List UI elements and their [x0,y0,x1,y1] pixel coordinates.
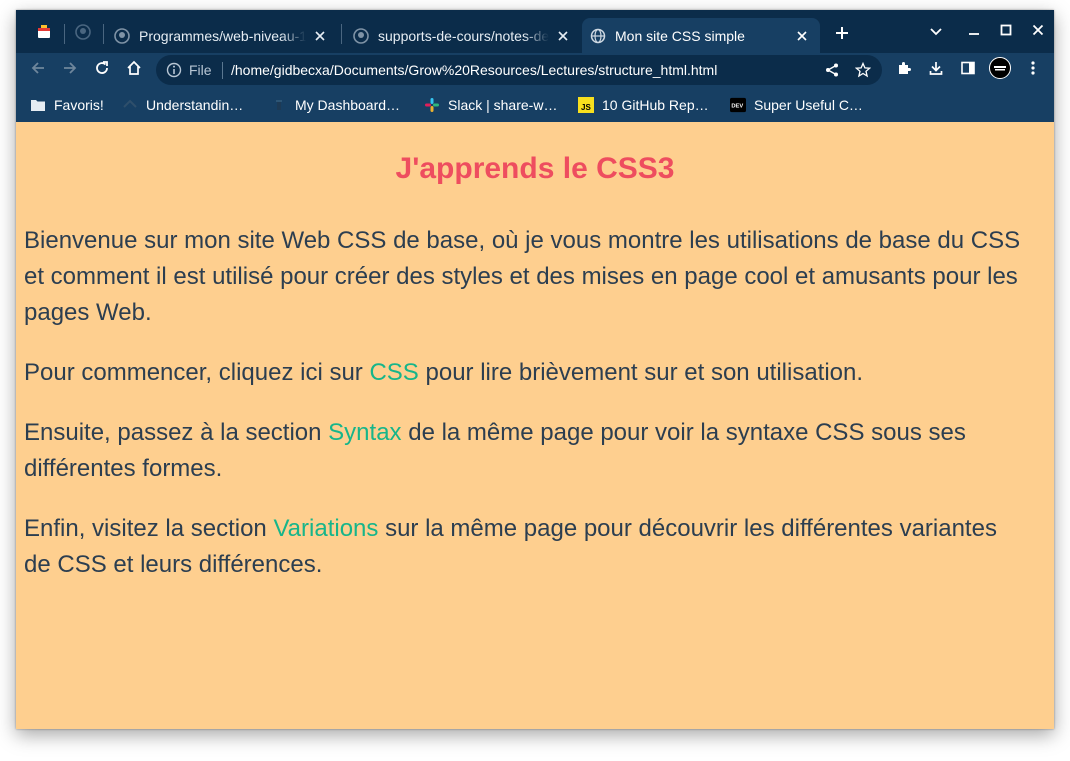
github-icon [353,27,369,44]
puzzle-icon [896,60,912,81]
site-icon [271,97,287,113]
new-tab-button[interactable] [831,24,853,46]
bookmarks-bar: Favoris! Understandin… My Dashboard… Sla… [16,87,1054,122]
folder-icon [30,97,46,113]
maximize-icon [1000,23,1012,41]
reload-icon [94,60,110,81]
avatar [989,56,1011,84]
paragraph-syntax-link: Ensuite, passez à la section Syntax de l… [24,415,1029,487]
tab-title: Mon site CSS simple [615,27,745,44]
minimize-button[interactable] [962,21,986,43]
tab-mon-site-css[interactable]: Mon site CSS simple [582,18,820,53]
menu-button[interactable] [1021,58,1045,82]
more-vertical-icon [1030,60,1036,81]
paragraph-css-link: Pour commencer, cliquez ici sur CSS pour… [24,355,1029,391]
bookmark-slack[interactable]: Slack | share-w… [424,96,557,114]
minimize-icon [968,23,980,41]
css-link[interactable]: CSS [369,359,418,386]
address-separator [222,62,223,79]
github-icon [75,23,91,45]
svg-text:DEV: DEV [731,104,743,110]
app-icon [36,24,52,45]
page-title: J'apprends le CSS3 [395,152,675,185]
syntax-link[interactable]: Syntax [328,419,401,446]
home-button[interactable] [122,58,146,82]
tab-search-button[interactable] [924,21,948,43]
bookmark-label: 10 GitHub Rep… [602,97,709,113]
dev-icon: DEV [730,97,746,113]
bookmark-label: Favoris! [54,97,104,113]
url-text[interactable]: /home/gidbecxa/Documents/Grow%20Resource… [231,62,717,78]
js-icon: JS [578,97,594,113]
bookmark-my-dashboard[interactable]: My Dashboard… [271,96,400,114]
star-icon[interactable] [854,61,872,79]
bookmark-understanding[interactable]: Understandin… [122,96,243,114]
svg-text:JS: JS [581,103,591,112]
side-panel-button[interactable] [956,58,980,82]
arrow-right-icon [62,60,78,81]
reload-button[interactable] [90,58,114,82]
github-icon [114,27,130,44]
site-icon [122,97,138,113]
browser-toolbar: File /home/gidbecxa/Documents/Grow%20Res… [16,53,1054,87]
extensions-button[interactable] [892,58,916,82]
browser-window: Programmes/web-niveau-1 supports-de-cour… [16,10,1054,729]
bookmark-super-useful[interactable]: DEV Super Useful C… [730,96,863,114]
download-icon [928,60,944,81]
paragraph-text: Pour commencer, cliquez ici sur [24,359,370,386]
side-panel-icon [960,60,976,81]
info-icon[interactable] [166,62,182,78]
close-icon[interactable] [312,28,328,44]
tab-strip: Programmes/web-niveau-1 supports-de-cour… [16,10,1054,53]
variations-link[interactable]: Variations [273,515,378,542]
arrow-left-icon [30,60,46,81]
tab-supports-de-cours[interactable]: supports-de-cours/notes-de-cours [345,18,581,53]
maximize-button[interactable] [994,21,1018,43]
plus-icon [835,26,849,45]
close-icon[interactable] [555,28,571,44]
back-button[interactable] [26,58,50,82]
forward-button[interactable] [58,58,82,82]
pinned-tab-2[interactable] [70,23,96,45]
pinned-tab-1[interactable] [31,23,57,45]
bookmark-label: Understandin… [146,97,244,113]
close-window-button[interactable] [1026,21,1050,43]
bookmark-label: My Dashboard… [295,97,401,113]
paragraph-text: Ensuite, passez à la section [24,419,329,446]
scheme-label: File [189,62,212,78]
tab-separator [103,24,104,44]
page-content: J'apprends le CSS3 Bienvenue sur mon sit… [16,122,1054,729]
bookmark-label: Super Useful C… [754,97,863,113]
profile-button[interactable] [988,56,1012,84]
share-icon[interactable] [823,61,841,79]
bookmark-label: Slack | share-w… [448,97,558,113]
bookmark-folder-favoris[interactable]: Favoris! [30,96,104,114]
slack-icon [424,97,440,113]
downloads-button[interactable] [924,58,948,82]
close-icon[interactable] [794,28,810,44]
chevron-down-icon [930,23,942,41]
tab-title: Programmes/web-niveau-1 [139,27,306,44]
bookmark-github-repos[interactable]: JS 10 GitHub Rep… [578,96,709,114]
tab-title: supports-de-cours/notes-de-cours [378,27,549,44]
address-bar[interactable]: File /home/gidbecxa/Documents/Grow%20Res… [156,55,882,85]
close-icon [1032,23,1044,41]
tab-programmes[interactable]: Programmes/web-niveau-1 [106,18,338,53]
home-icon [126,60,142,81]
paragraph-variations-link: Enfin, visitez la section Variations sur… [24,511,1029,583]
tab-separator [341,24,342,44]
paragraph-text: Enfin, visitez la section [24,515,274,542]
tab-separator [64,24,65,44]
paragraph-text: pour lire brièvement sur et son utilisat… [418,359,864,386]
intro-paragraph: Bienvenue sur mon site Web CSS de base, … [24,227,1021,326]
globe-icon [590,28,606,44]
